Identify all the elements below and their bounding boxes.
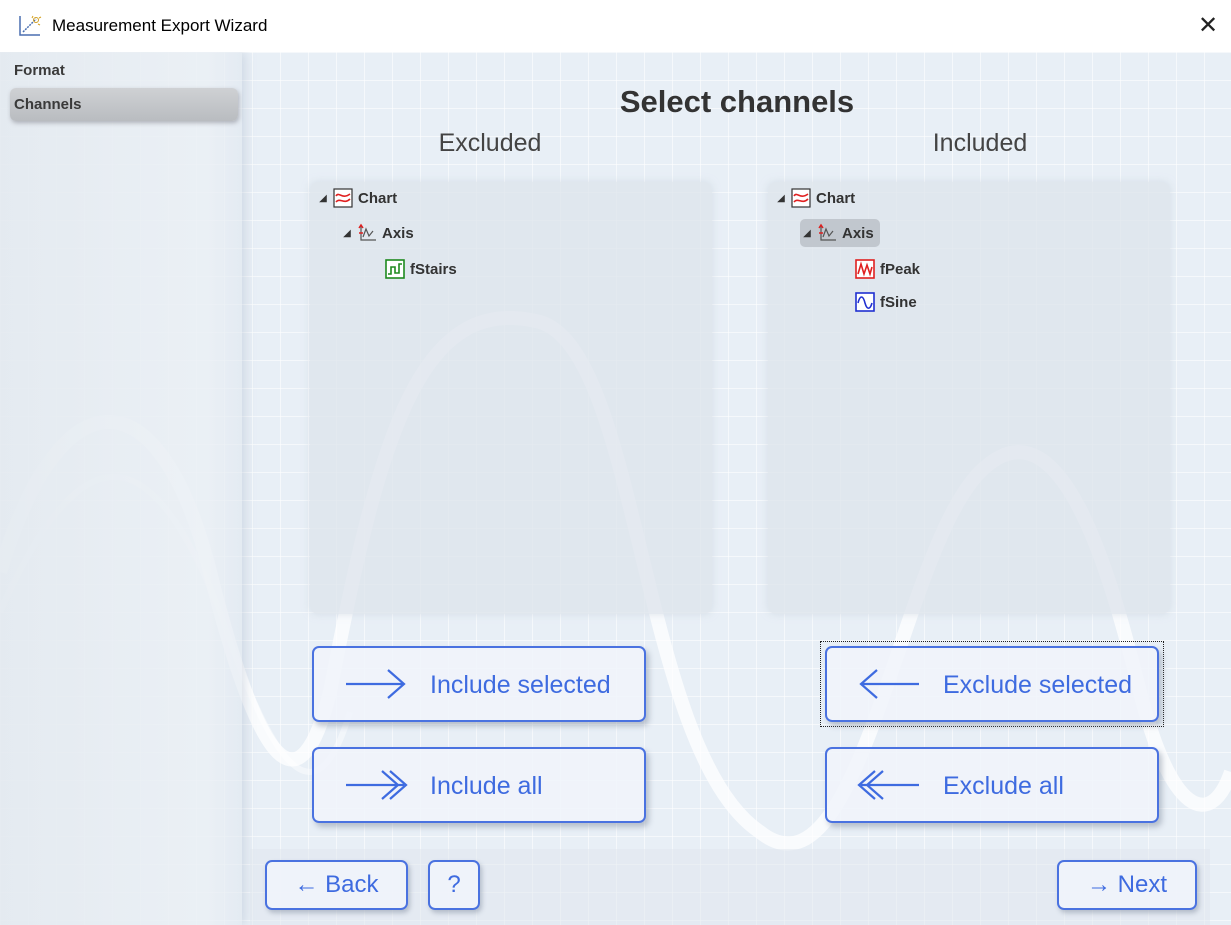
button-label: ← Back	[294, 871, 379, 898]
tree-node-label: fPeak	[880, 260, 921, 278]
close-button[interactable]: ✕	[1185, 0, 1231, 52]
expand-icon[interactable]: ◢	[340, 228, 354, 239]
help-button[interactable]: ?	[428, 860, 480, 910]
next-button[interactable]: → Next	[1057, 860, 1197, 910]
excluded-header: Excluded	[438, 129, 542, 157]
button-label: Include selected	[430, 671, 611, 699]
channel-icon	[385, 259, 405, 279]
tree-node-label: fSine	[880, 293, 917, 311]
button-label: Include all	[430, 772, 543, 800]
included-header: Included	[932, 129, 1028, 157]
double-arrow-right-icon	[346, 770, 408, 800]
expand-icon[interactable]: ◢	[316, 193, 330, 204]
tree-node-label: Axis	[382, 224, 414, 242]
arrow-left-icon	[859, 669, 919, 699]
tree-node-label: fStairs	[410, 260, 457, 278]
axis-icon	[358, 223, 376, 241]
tree-node-label: Chart	[816, 189, 856, 207]
help-icon: ?	[447, 871, 461, 898]
included-tree-channel-fpeak[interactable]: fPeak	[852, 255, 920, 283]
exclude-all-button[interactable]: Exclude all	[825, 747, 1159, 823]
title-bar: Measurement Export Wizard ✕	[0, 0, 1231, 52]
arrow-right-icon	[346, 669, 406, 699]
close-icon: ✕	[1197, 12, 1219, 39]
button-label: Exclude selected	[943, 671, 1133, 699]
button-label: Exclude all	[943, 772, 1064, 800]
exclude-selected-button[interactable]: Exclude selected	[825, 646, 1159, 722]
chart-icon	[791, 188, 811, 208]
expand-icon[interactable]: ◢	[800, 228, 814, 239]
expand-icon[interactable]: ◢	[774, 193, 788, 204]
chart-wizard-icon	[19, 15, 42, 36]
channel-icon	[855, 292, 875, 312]
double-arrow-left-icon	[857, 770, 919, 800]
excluded-tree-axis-node[interactable]: ◢ Axis	[340, 219, 414, 247]
excluded-tree-channel-fstairs[interactable]: fStairs	[382, 255, 457, 283]
included-tree-channel-fsine[interactable]: fSine	[852, 288, 917, 316]
tree-node-label: Chart	[358, 189, 398, 207]
back-button[interactable]: ← Back	[265, 860, 408, 910]
tree-node-label: Axis	[842, 224, 874, 242]
include-selected-button[interactable]: Include selected	[312, 646, 646, 722]
window-title: Measurement Export Wizard	[52, 16, 268, 35]
include-all-button[interactable]: Include all	[312, 747, 646, 823]
sidebar-item-format[interactable]: Format	[10, 54, 238, 87]
axis-icon	[818, 223, 836, 241]
page-title: Select channels	[619, 84, 855, 119]
button-label: → Next	[1086, 871, 1167, 898]
excluded-tree-chart-node[interactable]: ◢ Chart	[316, 184, 397, 212]
channel-icon	[855, 259, 875, 279]
included-tree-axis-node[interactable]: ◢ Axis	[800, 219, 880, 247]
wizard-client-area: Format Channels Select channels Excluded…	[0, 52, 1231, 925]
sidebar-item-channels[interactable]: Channels	[10, 88, 238, 121]
chart-icon	[333, 188, 353, 208]
included-tree-chart-node[interactable]: ◢ Chart	[774, 184, 855, 212]
wizard-sidebar: Format Channels	[0, 52, 242, 925]
